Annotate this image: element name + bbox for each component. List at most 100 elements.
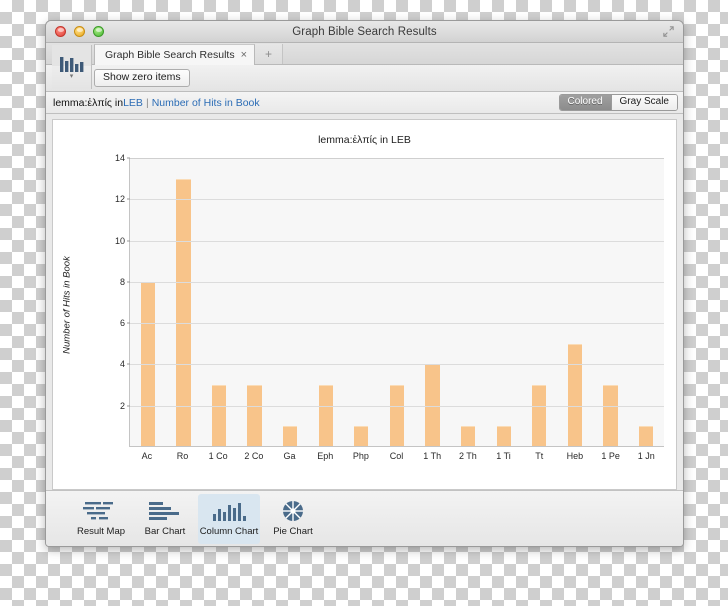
bar-column[interactable] [379, 158, 415, 447]
breadcrumb-query: lemma:ἐλπίς in [53, 96, 124, 109]
close-window-button[interactable] [55, 26, 66, 37]
bar-column[interactable] [201, 158, 237, 447]
bar[interactable] [211, 385, 227, 447]
x-axis-tick-label: Col [389, 451, 404, 461]
bar[interactable] [532, 385, 547, 447]
y-axis-tick-mark [127, 363, 130, 365]
y-axis-tick-label: 8 [119, 276, 125, 287]
chart-canvas-area: lemma:ἐλπίς in LEB Number of Hits in Boo… [46, 114, 683, 490]
bar-column[interactable] [486, 158, 522, 447]
tab-graph-bible-search-results[interactable]: Graph Bible Search Results × [94, 44, 256, 65]
color-mode-colored[interactable]: Colored [559, 94, 611, 111]
window-controls [46, 26, 104, 37]
gridline [130, 199, 664, 201]
pie-chart-icon [283, 501, 303, 522]
bar[interactable] [389, 385, 405, 447]
y-axis-tick-mark [127, 157, 130, 159]
chart-type-pie-chart[interactable]: Pie Chart [262, 494, 324, 544]
bar-column[interactable] [308, 158, 344, 447]
bar[interactable] [638, 426, 654, 447]
x-axis-tick-label: 1 Pe [601, 451, 620, 461]
x-axis-tick-label: 1 Th [423, 451, 442, 461]
bar-column[interactable] [557, 158, 593, 447]
chart-type-column-chart[interactable]: Column Chart [198, 493, 260, 544]
bar-column[interactable] [593, 158, 629, 447]
x-axis-tick-label: Tt [535, 451, 544, 461]
x-axis-tick-label: Ac [141, 451, 153, 461]
tab-strip-filler [283, 43, 683, 64]
bar-column[interactable] [450, 158, 486, 447]
y-axis-tick-mark [127, 240, 130, 242]
gridline [130, 281, 664, 283]
bar[interactable] [247, 385, 262, 447]
chart-type-result-map[interactable]: Result Map [70, 494, 132, 544]
x-axis-tick-label: Php [352, 451, 369, 461]
bar[interactable] [603, 385, 618, 447]
breadcrumb-metric-link[interactable]: Number of Hits in Book [152, 97, 260, 109]
chart-type-label: Pie Chart [273, 526, 313, 538]
bar-column[interactable] [628, 158, 664, 447]
bar[interactable] [461, 426, 476, 447]
tab-label: Graph Bible Search Results [105, 49, 235, 61]
breadcrumb: lemma:ἐλπίς in LEB | Number of Hits in B… [46, 92, 683, 114]
close-icon[interactable]: × [241, 49, 247, 61]
result-map-icon [83, 502, 113, 520]
bar-column[interactable] [130, 158, 166, 447]
y-axis-tick-label: 10 [114, 235, 125, 246]
new-tab-button[interactable]: + [255, 44, 284, 64]
y-axis-tick-mark [127, 281, 130, 283]
expand-icon[interactable] [662, 25, 675, 38]
y-axis-tick-label: 14 [114, 153, 125, 163]
color-mode-toggle: Colored Gray Scale [558, 93, 678, 112]
application-window: Graph Bible Search Results Graph Bible S… [45, 20, 684, 547]
zoom-window-button[interactable] [93, 26, 104, 37]
bar[interactable] [318, 385, 333, 447]
x-axis-tick-label: Eph [317, 451, 334, 461]
bar[interactable] [354, 426, 369, 447]
plot-area: 2 4 6 8 10 12 14 [115, 153, 664, 447]
bar-chart-app-icon[interactable]: ▾ [52, 45, 92, 89]
x-axis-tick-label: Ga [283, 451, 296, 461]
chart-canvas[interactable]: lemma:ἐλπίς in LEB Number of Hits in Boo… [52, 119, 677, 490]
chart-type-label: Result Map [76, 526, 126, 538]
bar-chart-icon [59, 56, 83, 72]
minimize-window-button[interactable] [74, 26, 85, 37]
x-axis-line [130, 446, 664, 447]
bar-series [130, 158, 664, 447]
x-axis-tick-label: 2 Co [244, 451, 264, 461]
toolbar: Show zero items [46, 65, 683, 92]
tab-strip: Graph Bible Search Results × + [46, 43, 683, 65]
chart-type-toolbar: Result Map Bar Chart Column Chart Pie Ch… [46, 490, 683, 546]
bar-column[interactable] [415, 158, 451, 447]
gridline [130, 158, 664, 159]
x-axis-tick-labels: Ac Ro 1 Co 2 Co Ga Eph Php Col 1 Th 2 Th 1 Ti Tt Heb… [129, 451, 664, 465]
bar-chart-icon [149, 502, 179, 521]
show-zero-items-button[interactable]: Show zero items [94, 68, 190, 88]
y-axis-tick-mark [127, 198, 130, 200]
bar[interactable] [567, 343, 583, 447]
bar[interactable] [496, 426, 511, 447]
y-axis-tick-label: 12 [114, 194, 125, 205]
bar[interactable] [283, 426, 298, 447]
breadcrumb-separator: | [145, 96, 149, 109]
breadcrumb-corpus-link[interactable]: LEB [123, 97, 143, 109]
bar-column[interactable] [166, 158, 202, 447]
gridline [130, 240, 664, 242]
chart-type-bar-chart[interactable]: Bar Chart [134, 494, 196, 544]
x-axis-tick-label: 1 Ti [496, 451, 511, 461]
y-axis-tick-label: 4 [119, 359, 125, 370]
window-title: Graph Bible Search Results [292, 25, 437, 38]
bar-column[interactable] [272, 158, 308, 447]
color-mode-gray-scale[interactable]: Gray Scale [610, 94, 677, 111]
chevron-down-icon[interactable]: ▾ [70, 73, 74, 80]
y-axis-tick-mark [127, 405, 130, 407]
gridline [130, 323, 664, 325]
x-axis-tick-label: 1 Jn [637, 451, 655, 461]
x-axis-tick-label: 1 Co [208, 451, 228, 461]
chart-type-label: Bar Chart [144, 526, 186, 538]
bar-column[interactable] [522, 158, 558, 447]
bar-column[interactable] [237, 158, 273, 447]
chart-type-label: Column Chart [199, 526, 259, 538]
bar-column[interactable] [344, 158, 380, 447]
bar[interactable] [176, 178, 191, 447]
